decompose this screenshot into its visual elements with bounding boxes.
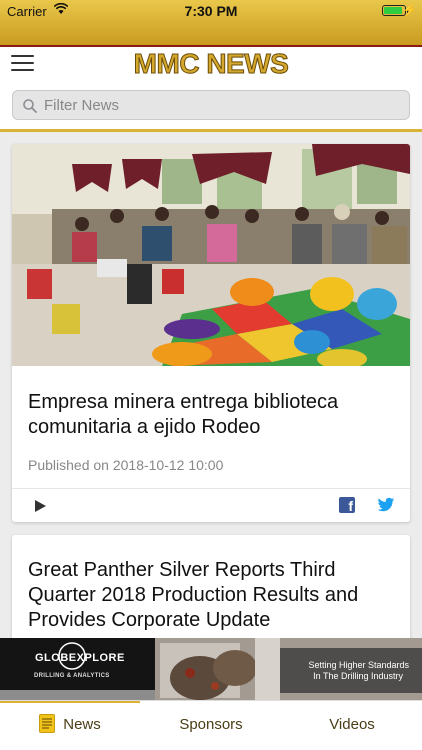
bolt-icon: ⚡ (402, 3, 417, 17)
tab-sponsors-label: Sponsors (179, 716, 243, 733)
clock: 7:30 PM (184, 3, 238, 19)
ad-brand-logo: GLOBEXPLORE (35, 652, 125, 664)
search-icon (23, 99, 37, 113)
article-title[interactable]: Empresa minera entrega biblioteca comuni… (12, 390, 410, 440)
news-feed[interactable]: Empresa minera entrega biblioteca comuni… (0, 135, 422, 638)
header-band (0, 22, 422, 47)
twitter-icon[interactable] (377, 497, 395, 513)
news-icon (39, 714, 56, 733)
nav-bar: MMC NEWS (0, 47, 422, 80)
facebook-icon[interactable]: f (339, 497, 355, 514)
tab-news-label: News (63, 716, 101, 733)
search-input[interactable] (44, 91, 399, 119)
ad-tagline: In The Drilling Industry (313, 671, 403, 681)
article-title[interactable]: Great Panther Silver Reports Third Quart… (12, 558, 410, 633)
play-icon[interactable] (32, 498, 48, 514)
article-card[interactable]: Empresa minera entrega biblioteca comuni… (12, 144, 410, 522)
tab-news[interactable]: News (0, 701, 140, 750)
tab-sponsors[interactable]: Sponsors (141, 701, 281, 750)
sponsor-ad-banner[interactable]: GLOBEXPLORE DRILLING & ANALYTICS Setting… (0, 638, 422, 700)
article-image[interactable] (12, 144, 410, 366)
article-actions: f (12, 488, 410, 522)
ad-tagline: Setting Higher Standards (308, 660, 409, 670)
status-bar: Carrier 7:30 PM ⚡ (0, 0, 422, 22)
app-logo: MMC NEWS (133, 48, 289, 80)
article-date: Published on 2018-10-12 10:00 (28, 457, 224, 473)
tab-videos[interactable]: Videos (282, 701, 422, 750)
tab-bar: News Sponsors Videos (0, 700, 422, 750)
article-card[interactable]: Great Panther Silver Reports Third Quart… (12, 535, 410, 638)
search-box[interactable] (12, 90, 410, 120)
ad-subtitle: DRILLING & ANALYTICS (34, 673, 110, 679)
search-area (0, 80, 422, 132)
tab-videos-label: Videos (329, 716, 375, 733)
